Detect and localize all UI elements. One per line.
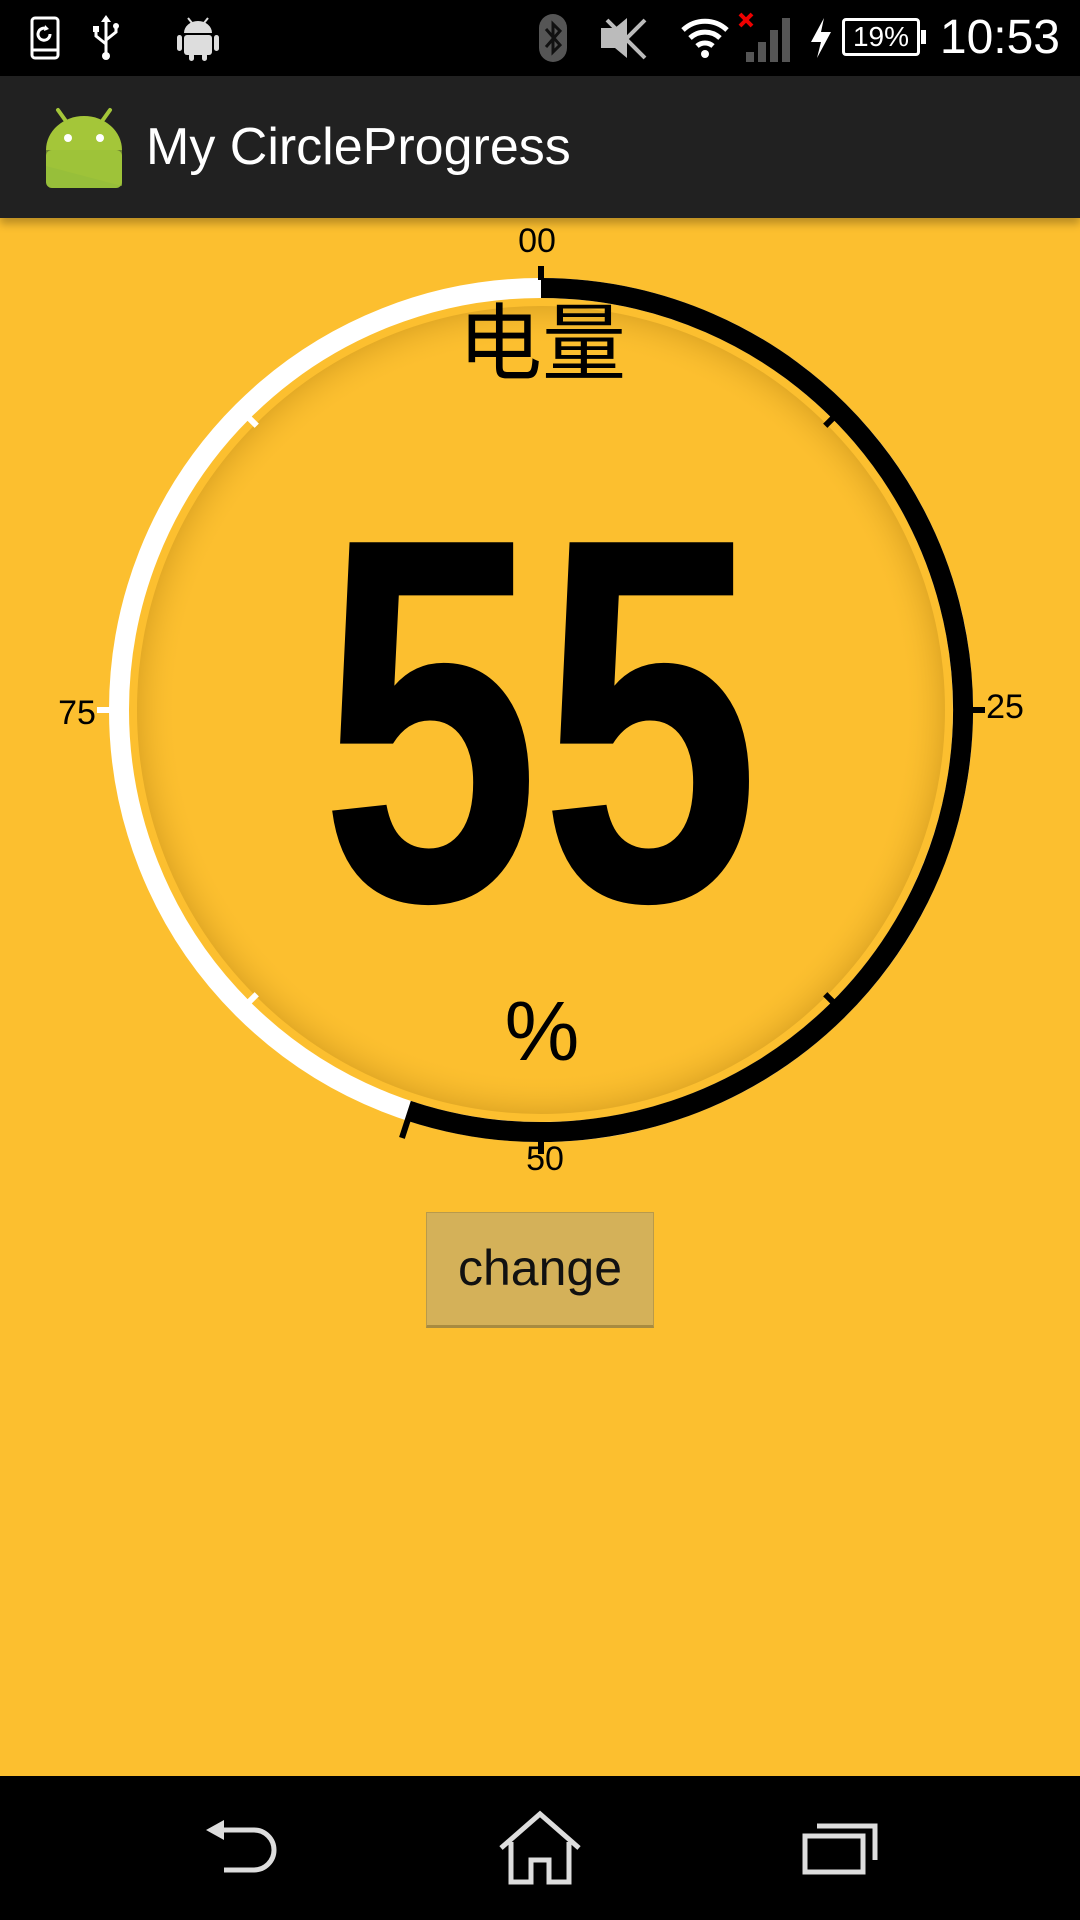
tick-label-bottom: 50 [526, 1140, 564, 1178]
signal-no-sim-icon [738, 10, 794, 66]
gauge-value: 55 [320, 430, 760, 1011]
gauge-tick [823, 413, 838, 428]
navigation-bar [0, 1776, 1080, 1920]
back-icon[interactable] [192, 1798, 292, 1898]
action-bar: My CircleProgress [0, 76, 1080, 218]
gauge-tick [823, 992, 838, 1007]
gauge-label: 电量 [458, 297, 626, 391]
change-button[interactable]: change [426, 1212, 654, 1328]
circle-progress-gauge: 00 25 50 75 电量 55 % [58, 222, 1024, 1178]
android-debug-icon [174, 10, 222, 66]
tick-label-top: 00 [518, 222, 556, 260]
wifi-icon [680, 10, 730, 66]
main-content: 00 25 50 75 电量 55 % change [0, 218, 1080, 1776]
charging-icon [806, 10, 836, 66]
tick-label-left: 75 [58, 694, 96, 732]
gauge-unit: % [505, 984, 580, 1078]
gauge-tick [244, 992, 259, 1007]
usb-icon [86, 10, 126, 66]
battery-icon: 19% [842, 18, 926, 56]
app-title: My CircleProgress [146, 118, 571, 176]
battery-percent: 19% [852, 21, 910, 52]
bluetooth-icon [536, 10, 570, 66]
recent-apps-icon[interactable] [790, 1798, 890, 1898]
status-time: 10:53 [939, 11, 1060, 64]
status-bar: 19% 10:53 [0, 0, 1080, 76]
android-logo-icon[interactable] [44, 106, 124, 190]
nfc-off-icon [596, 10, 652, 66]
home-icon[interactable] [490, 1798, 590, 1898]
tick-label-right: 25 [986, 688, 1024, 726]
screen-rotate-icon [28, 10, 62, 66]
gauge-tick [244, 413, 259, 428]
